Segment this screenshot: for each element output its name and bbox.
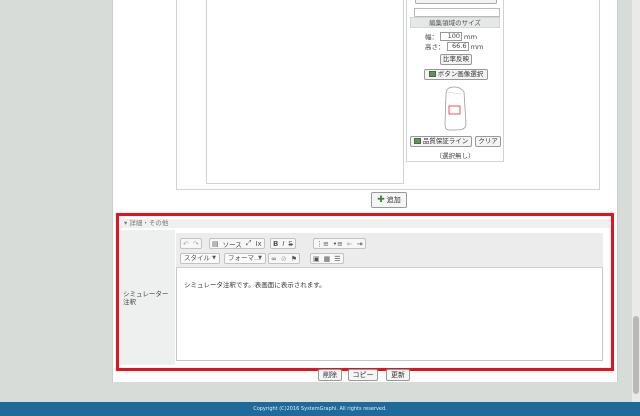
width-row: 幅： 100 ｍｍ	[425, 31, 477, 41]
quality-line-button[interactable]: 品質保証ライン	[410, 136, 472, 147]
width-unit: ｍｍ	[464, 33, 477, 41]
height-row: 高さ： 66.6 ｍｍ	[425, 41, 484, 51]
quality-line-label: 品質保証ライン	[422, 137, 469, 145]
add-button[interactable]: ✚ 追加	[371, 192, 407, 208]
plus-icon: ✚	[377, 195, 385, 205]
highlight-frame	[116, 213, 614, 371]
footer-copyright: Copyright (C)2016 SystemGraphi. All righ…	[0, 402, 640, 416]
height-label: 高さ：	[425, 43, 445, 51]
none-selected-label: （選択無し）	[435, 152, 475, 160]
height-unit: ｍｍ	[470, 43, 484, 51]
preview-canvas[interactable]	[206, 0, 404, 184]
width-label: 幅：	[425, 33, 438, 41]
add-label: 追加	[386, 196, 401, 204]
select-image-label: ボタン画像選択	[437, 70, 484, 78]
edit-area-size-title: 編集領域のサイズ	[410, 17, 500, 28]
name-field[interactable]	[414, 8, 500, 17]
clear-button[interactable]: クリア	[475, 136, 501, 147]
copy-button[interactable]: コピー	[348, 369, 378, 381]
top-cut-button[interactable]	[415, 0, 497, 4]
select-image-button[interactable]: ボタン画像選択	[424, 69, 488, 80]
scrollbar-thumb[interactable]	[633, 316, 639, 394]
image-icon	[413, 138, 421, 144]
image-icon	[428, 71, 436, 77]
width-input[interactable]: 100	[440, 31, 462, 41]
shoe-preview-image	[444, 86, 467, 131]
height-input[interactable]: 66.6	[446, 41, 469, 51]
update-button[interactable]: 更新	[386, 369, 410, 381]
ratio-apply-button[interactable]: 比率反映	[440, 54, 472, 65]
delete-button[interactable]: 削除	[318, 369, 342, 381]
